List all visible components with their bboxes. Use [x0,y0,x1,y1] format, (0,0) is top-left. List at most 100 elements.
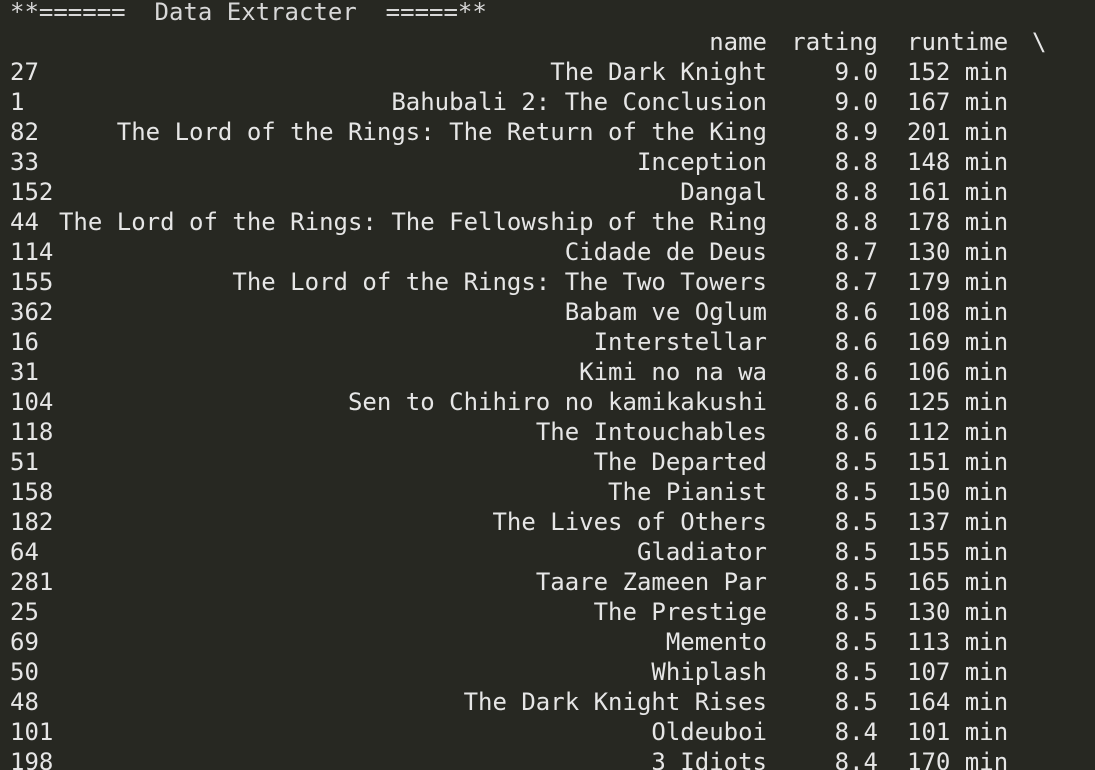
banner-line: **====== Data Extracter =====** [0,0,1095,27]
row-index: 104 [10,388,54,416]
row-index: 64 [10,538,39,566]
row-name: Babam ve Oglum [564,298,767,326]
table-row: 182 The Lives of Others 8.5 137 min [0,507,1095,537]
row-index: 82 [10,118,39,146]
table-row: 104 Sen to Chihiro no kamikakushi 8.6 125 m… [0,387,1095,417]
table-row: 44 The Lord of the Rings: The Fellowship … [0,207,1095,237]
row-runtime: 169 min [907,328,1009,356]
row-rating: 8.5 [834,448,878,476]
row-index: 362 [10,298,54,326]
column-header-name: name [709,28,767,56]
row-name: The Dark Knight Rises [463,688,767,716]
row-rating: 8.4 [834,748,878,770]
column-header-rating: rating [791,28,878,56]
row-name: Gladiator [636,538,767,566]
row-runtime: 112 min [907,418,1009,446]
row-index: 50 [10,658,39,686]
row-rating: 8.7 [834,238,878,266]
row-rating: 8.6 [834,418,878,446]
row-name: The Prestige [593,598,767,626]
row-name: The Dark Knight [550,58,767,86]
row-name: Inception [636,148,767,176]
table-row: 281 Taare Zameen Par 8.5 165 min [0,567,1095,597]
row-name: Bahubali 2: The Conclusion [391,88,767,116]
terminal-window: **====== Data Extracter =====** name rat… [0,0,1095,770]
row-name: Sen to Chihiro no kamikakushi [347,388,767,416]
row-index: 281 [10,568,54,596]
table-row: 33 Inception 8.8 148 min [0,147,1095,177]
row-rating: 8.5 [834,568,878,596]
table-header: name rating runtime \ [0,27,1095,57]
row-runtime: 164 min [907,688,1009,716]
table-row: 82 The Lord of the Rings: The Return of t… [0,117,1095,147]
row-name: The Lord of the Rings: The Fellowship of… [58,208,767,236]
row-rating: 8.5 [834,478,878,506]
row-index: 152 [10,178,54,206]
row-runtime: 108 min [907,298,1009,326]
row-rating: 8.8 [834,208,878,236]
row-rating: 8.8 [834,178,878,206]
row-index: 16 [10,328,39,356]
row-index: 27 [10,58,39,86]
row-name: Dangal [680,178,767,206]
row-runtime: 106 min [907,358,1009,386]
row-rating: 8.5 [834,508,878,536]
table-row: 51 The Departed 8.5 151 min [0,447,1095,477]
row-name: The Pianist [608,478,767,506]
table-row: 362 Babam ve Oglum 8.6 108 min [0,297,1095,327]
table-row: 152 Dangal 8.8 161 min [0,177,1095,207]
row-index: 118 [10,418,54,446]
row-name: The Lord of the Rings: The Return of the… [116,118,767,146]
row-rating: 8.6 [834,388,878,416]
table-row: 27 The Dark Knight 9.0 152 min [0,57,1095,87]
row-runtime: 152 min [907,58,1009,86]
table-row: 158 The Pianist 8.5 150 min [0,477,1095,507]
row-index: 33 [10,148,39,176]
row-runtime: 137 min [907,508,1009,536]
row-index: 25 [10,598,39,626]
row-name: The Lord of the Rings: The Two Towers [232,268,767,296]
table-row: 118 The Intouchables 8.6 112 min [0,417,1095,447]
line-continuation-marker: \ [1032,28,1047,56]
row-runtime: 179 min [907,268,1009,296]
table-row: 31 Kimi no na wa 8.6 106 min [0,357,1095,387]
table-row: 69 Memento 8.5 113 min [0,627,1095,657]
row-rating: 8.5 [834,598,878,626]
row-index: 31 [10,358,39,386]
row-index: 114 [10,238,54,266]
row-runtime: 161 min [907,178,1009,206]
row-name: Taare Zameen Par [535,568,767,596]
table-row: 48 The Dark Knight Rises 8.5 164 min [0,687,1095,717]
table-row: 50 Whiplash 8.5 107 min [0,657,1095,687]
row-rating: 8.8 [834,148,878,176]
banner-title: **====== Data Extracter =====** [10,0,487,26]
row-rating: 9.0 [834,88,878,116]
row-name: 3 Idiots [651,748,767,770]
row-runtime: 201 min [907,118,1009,146]
row-runtime: 113 min [907,628,1009,656]
row-index: 51 [10,448,39,476]
row-runtime: 151 min [907,448,1009,476]
row-rating: 8.4 [834,718,878,746]
row-index: 158 [10,478,54,506]
row-runtime: 148 min [907,148,1009,176]
row-name: The Intouchables [535,418,767,446]
row-rating: 8.7 [834,268,878,296]
row-index: 44 [10,208,39,236]
table-row: 198 3 Idiots 8.4 170 min [0,747,1095,770]
row-runtime: 130 min [907,598,1009,626]
row-runtime: 101 min [907,718,1009,746]
row-runtime: 130 min [907,238,1009,266]
row-name: Memento [665,628,767,656]
row-index: 155 [10,268,54,296]
row-index: 182 [10,508,54,536]
row-index: 101 [10,718,54,746]
column-header-runtime: runtime [907,28,1009,56]
row-runtime: 167 min [907,88,1009,116]
table-row: 25 The Prestige 8.5 130 min [0,597,1095,627]
row-runtime: 165 min [907,568,1009,596]
table-row: 16 Interstellar 8.6 169 min [0,327,1095,357]
row-runtime: 155 min [907,538,1009,566]
row-index: 198 [10,748,54,770]
row-name: Whiplash [651,658,767,686]
